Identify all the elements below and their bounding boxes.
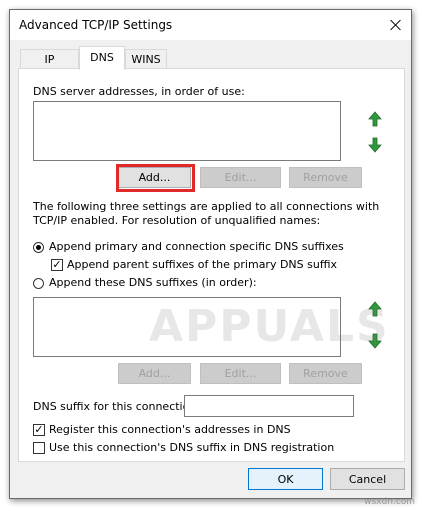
ok-button[interactable]: OK bbox=[248, 468, 323, 490]
site-watermark: wsxdn.com bbox=[364, 497, 415, 507]
checkbox-use-suffix[interactable] bbox=[33, 442, 45, 454]
remove-dns-suffix-button[interactable]: Remove bbox=[289, 363, 362, 384]
tab-ip-settings[interactable]: IP Settings bbox=[20, 49, 79, 85]
dns-servers-list[interactable] bbox=[33, 101, 341, 161]
cancel-button[interactable]: Cancel bbox=[330, 468, 405, 490]
dns-tab-panel: DNS server addresses, in order of use: A… bbox=[18, 68, 405, 462]
close-icon[interactable] bbox=[387, 16, 405, 34]
connection-suffix-label: DNS suffix for this connection: bbox=[33, 400, 201, 413]
dns-servers-label: DNS server addresses, in order of use: bbox=[33, 85, 245, 98]
checkbox-register-label: Register this connection's addresses in … bbox=[49, 423, 291, 436]
settings-description: The following three settings are applied… bbox=[33, 200, 380, 227]
edit-dns-suffix-button[interactable]: Edit... bbox=[200, 363, 281, 384]
advanced-tcpip-dialog: Advanced TCP/IP Settings IP Settings DNS… bbox=[9, 9, 412, 499]
radio-append-primary-label: Append primary and connection specific D… bbox=[49, 240, 344, 253]
connection-suffix-input[interactable] bbox=[184, 395, 354, 417]
radio-append-primary[interactable] bbox=[33, 242, 44, 253]
add-dns-suffix-button[interactable]: Add... bbox=[118, 363, 191, 384]
move-down-button[interactable] bbox=[366, 135, 384, 155]
checkbox-append-parent[interactable]: ✓ bbox=[51, 259, 63, 271]
tab-wins[interactable]: WINS bbox=[125, 49, 167, 69]
watermark-logo: APPUALS bbox=[149, 301, 390, 352]
window-title: Advanced TCP/IP Settings bbox=[19, 18, 173, 32]
title-bar: Advanced TCP/IP Settings bbox=[10, 10, 411, 40]
radio-append-these-label: Append these DNS suffixes (in order): bbox=[49, 276, 257, 289]
highlight-box bbox=[116, 164, 195, 192]
up-arrow-icon bbox=[368, 111, 382, 127]
edit-dns-server-button[interactable]: Edit... bbox=[200, 167, 281, 188]
remove-dns-server-button[interactable]: Remove bbox=[289, 167, 362, 188]
checkbox-use-suffix-label: Use this connection's DNS suffix in DNS … bbox=[49, 441, 335, 454]
checkbox-append-parent-label: Append parent suffixes of the primary DN… bbox=[67, 258, 337, 271]
move-up-button[interactable] bbox=[366, 109, 384, 129]
tab-dns[interactable]: DNS bbox=[79, 46, 125, 70]
checkbox-register-addresses[interactable]: ✓ bbox=[33, 424, 45, 436]
down-arrow-icon bbox=[368, 137, 382, 153]
radio-append-these[interactable] bbox=[33, 278, 44, 289]
